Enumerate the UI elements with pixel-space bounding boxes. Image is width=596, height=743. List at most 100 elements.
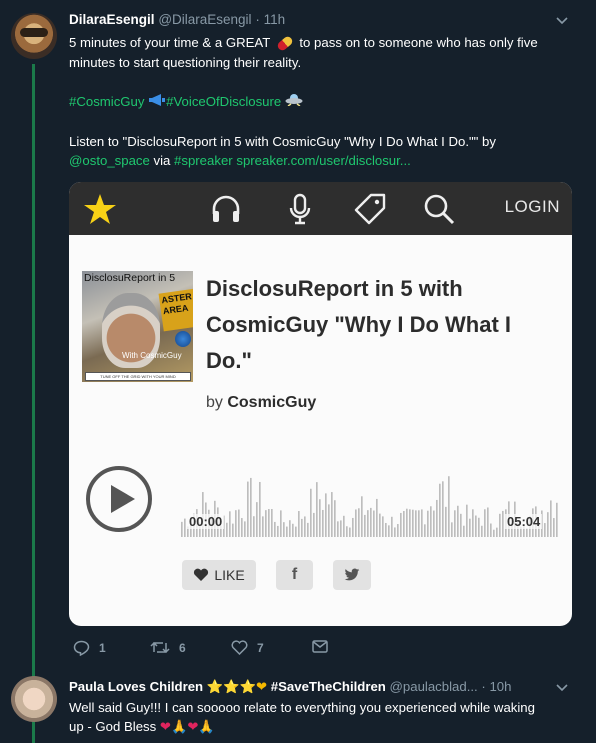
reply-handle[interactable]: @paulacblad...: [390, 679, 478, 694]
retweet-icon: [150, 641, 170, 654]
tweet-line2: minutes to start questioning their reali…: [69, 54, 302, 70]
waveform-bar: [430, 506, 432, 537]
waveform-bar: [346, 526, 348, 537]
waveform-bar: [283, 522, 285, 537]
like-action[interactable]: 7: [231, 640, 264, 655]
waveform-bar: [409, 509, 411, 537]
waveform-bar: [262, 516, 264, 537]
waveform-bar: [253, 516, 255, 537]
tweet-line1b: to pass on to someone who has only five: [295, 35, 538, 50]
waveform-bar: [292, 523, 294, 537]
tag-icon[interactable]: [353, 192, 387, 226]
heart-outline-icon: [231, 640, 248, 655]
spreaker-embed-card[interactable]: LOGIN ASTER AREA DisclosuReport in 5 Wit…: [69, 182, 572, 626]
waveform-bar: [295, 526, 297, 537]
waveform-bar: [427, 510, 429, 537]
direct-message-action[interactable]: [312, 640, 328, 653]
waveform-bar: [337, 521, 339, 537]
headphones-icon[interactable]: [209, 192, 243, 226]
waveform-bar: [289, 520, 291, 537]
reply-name-badges: ⭐⭐⭐❤: [206, 679, 268, 694]
waveform-bar: [487, 507, 489, 537]
ufo-emoji-icon: [285, 93, 303, 113]
waveform-bar: [235, 510, 237, 537]
microphone-icon[interactable]: [283, 192, 317, 226]
waveform-bar: [301, 518, 303, 537]
waveform-bar: [451, 522, 453, 537]
hashtag-cosmicguy[interactable]: #CosmicGuy: [69, 94, 144, 109]
waveform-bar: [268, 509, 270, 537]
tweet-time[interactable]: 11h: [264, 12, 286, 27]
mention-osto-space[interactable]: @osto_space: [69, 153, 150, 168]
retweet-count: 6: [179, 640, 186, 655]
envelope-icon: [312, 640, 328, 653]
twitter-bird-icon: [344, 568, 360, 581]
megaphone-emoji-icon: [148, 93, 166, 113]
reply-count: 1: [99, 641, 106, 655]
like-button[interactable]: LIKE: [182, 560, 256, 590]
waveform-bar: [247, 481, 249, 537]
waveform-bar: [367, 510, 369, 537]
facebook-share-button[interactable]: f: [276, 560, 313, 590]
card-navbar: LOGIN: [69, 182, 572, 235]
waveform-bar: [484, 509, 486, 537]
like-label: LIKE: [214, 567, 245, 583]
waveform-bar: [550, 500, 552, 537]
waveform-bar: [364, 514, 366, 537]
episode-title[interactable]: DisclosuReport in 5 with CosmicGuy "Why …: [206, 271, 546, 379]
twitter-share-button[interactable]: [333, 560, 371, 590]
waveform-bar: [379, 513, 381, 537]
waveform-bar: [340, 520, 342, 537]
reply-author-name[interactable]: Paula Loves Children: [69, 679, 203, 694]
waveform-bar: [352, 517, 354, 537]
reply-name-hashtag: #SaveTheChildren: [270, 679, 386, 694]
time-elapsed: 00:00: [187, 514, 225, 529]
waveform-bar: [349, 527, 351, 537]
waveform-bar: [304, 516, 306, 537]
search-icon[interactable]: [422, 192, 456, 226]
waveform-bar: [229, 511, 231, 537]
reply-action[interactable]: 1: [73, 640, 106, 656]
avatar[interactable]: [11, 13, 57, 59]
facebook-icon: f: [291, 566, 298, 583]
reply-header: Paula Loves Children ⭐⭐⭐❤ #SaveTheChildr…: [69, 679, 511, 695]
play-button[interactable]: [84, 464, 154, 534]
chevron-down-icon[interactable]: [556, 12, 568, 28]
reply-avatar[interactable]: [11, 676, 57, 722]
waveform-bar: [493, 529, 495, 537]
waveform-bar: [265, 510, 267, 537]
waveform-bar: [556, 502, 558, 537]
episode-author[interactable]: CosmicGuy: [227, 394, 316, 411]
login-link[interactable]: LOGIN: [505, 197, 560, 217]
retweet-action[interactable]: 6: [150, 640, 186, 655]
reply-text: Well said Guy!!! I can sooooo relate to …: [69, 698, 574, 736]
waveform-bar: [277, 525, 279, 537]
waveform-bar: [526, 528, 528, 537]
waveform-bar: [385, 522, 387, 537]
author-handle[interactable]: @DilaraEsengil: [158, 12, 251, 27]
podcast-cover-image[interactable]: ASTER AREA DisclosuReport in 5 With Cosm…: [82, 271, 193, 382]
hashtag-voiceofdisclosure[interactable]: #VoiceOfDisclosure: [166, 94, 281, 109]
waveform-bar: [397, 524, 399, 537]
spreaker-link[interactable]: spreaker.com/user/disclosur...: [236, 153, 410, 168]
author-name[interactable]: DilaraEsengil: [69, 12, 155, 27]
hashtag-spreaker[interactable]: #spreaker: [174, 153, 233, 168]
waveform-bar: [334, 500, 336, 537]
waveform-bar: [553, 518, 555, 537]
audio-waveform[interactable]: [181, 462, 559, 537]
waveform-bar: [460, 513, 462, 537]
waveform-bar: [454, 510, 456, 537]
waveform-bar: [358, 508, 360, 537]
tweet-text: 5 minutes of your time & a GREAT to pass…: [69, 33, 574, 171]
waveform-bar: [394, 527, 396, 537]
waveform-bar: [490, 523, 492, 537]
waveform-bar: [241, 518, 243, 537]
waveform-bar: [472, 509, 474, 537]
waveform-bar: [403, 510, 405, 537]
waveform-bar: [466, 504, 468, 537]
waveform-bar: [250, 477, 252, 537]
reply-time[interactable]: 10h: [489, 679, 511, 694]
spreaker-star-logo-icon[interactable]: [83, 192, 117, 226]
cover-globe-icon: [175, 331, 191, 347]
reply-chevron-down-icon[interactable]: [556, 679, 568, 695]
